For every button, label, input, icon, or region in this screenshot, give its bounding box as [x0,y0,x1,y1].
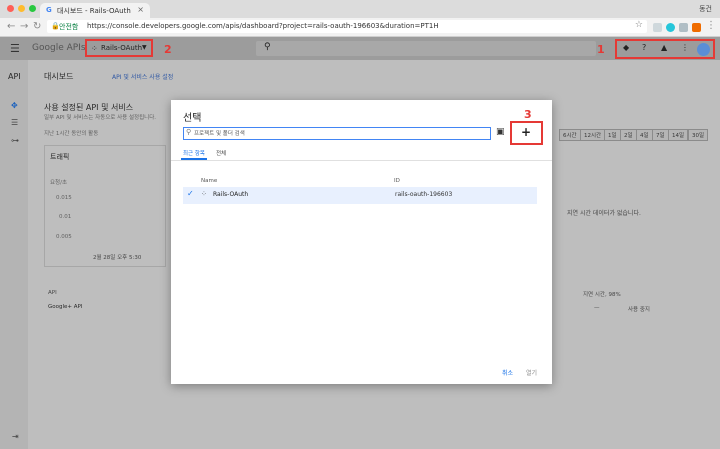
checkmark-icon: ✓ [187,189,194,198]
maximize-window-icon[interactable] [29,5,36,12]
select-project-dialog: 선택 3 ⚲ 프로젝트 및 폴더 검색 ▣ + 최근 항목 전체 Name ID… [171,100,552,384]
table-row[interactable]: ✓ ⁘ Rails-OAuth rails-oauth-196603 [183,187,537,204]
open-button[interactable]: 열기 [526,368,537,377]
header-icons-group: ◆ ? ▲ ⋮ [615,39,715,59]
tab-recent[interactable]: 최근 항목 [183,149,205,157]
dropdown-arrow-icon: ▼ [142,44,147,51]
cancel-button[interactable]: 취소 [502,368,513,377]
secure-label: 안전함 [59,23,79,31]
notifications-icon[interactable]: ▲ [661,43,667,52]
browser-tab-bar: G 대시보드 - Rails-OAuth × 동건 [0,0,720,18]
new-project-button[interactable]: + [510,121,543,145]
google-favicon-icon: G [46,6,52,14]
annotation-2: 2 [164,43,172,56]
project-row-id: rails-oauth-196603 [395,191,453,198]
help-icon[interactable]: ? [642,43,646,52]
extension-icon[interactable] [692,23,701,32]
extension-icon[interactable] [679,23,688,32]
plus-icon: + [521,125,532,139]
project-hexagon-icon: ⁘ [201,190,207,198]
url-input[interactable]: 🔒 안전함 https://console.developers.google.… [47,20,647,33]
app-header: ☰ Google APIs ⁘ Rails-OAuth ▼ 2 ⚲ 1 ◆ ? … [0,37,720,60]
project-row-name: Rails-OAuth [213,191,249,198]
search-icon: ⚲ [264,42,271,52]
project-name: Rails-OAuth [101,44,143,52]
search-icon: ⚲ [186,128,192,136]
browser-tab[interactable]: G 대시보드 - Rails-OAuth × [40,3,150,18]
new-folder-icon[interactable]: ▣ [496,127,505,137]
google-apis-logo[interactable]: Google APIs [32,43,86,53]
minimize-window-icon[interactable] [18,5,25,12]
browser-user-name[interactable]: 동건 [699,4,712,14]
dialog-title: 선택 [183,113,202,124]
extension-icon[interactable] [666,23,675,32]
extension-icon[interactable] [653,23,662,32]
project-hexagon-icon: ⁘ [91,44,98,53]
project-search-input[interactable]: ⚲ 프로젝트 및 폴더 검색 [183,127,491,140]
support-icon[interactable]: ◆ [623,43,629,52]
avatar[interactable] [697,43,710,56]
forward-icon[interactable]: → [20,21,28,32]
back-icon[interactable]: ← [7,21,15,32]
annotation-1: 1 [597,43,605,56]
tab-close-icon[interactable]: × [137,5,144,14]
tab-all[interactable]: 전체 [216,149,226,157]
bookmark-star-icon[interactable]: ☆ [635,20,643,30]
browser-menu-icon[interactable]: ⋮ [706,20,716,31]
hamburger-menu-icon[interactable]: ☰ [10,42,20,55]
project-selector-button[interactable]: ⁘ Rails-OAuth ▼ [85,39,153,57]
more-icon[interactable]: ⋮ [681,43,689,52]
close-window-icon[interactable] [7,5,14,12]
header-search-input[interactable]: ⚲ [256,41,596,56]
search-placeholder: 프로젝트 및 폴더 검색 [194,131,245,137]
id-column-header: ID [394,178,400,184]
url-text: https://console.developers.google.com/ap… [87,22,439,30]
reload-icon[interactable]: ↻ [33,21,41,32]
annotation-3: 3 [524,108,532,121]
name-column-header: Name [201,178,218,184]
tab-divider [171,160,552,161]
address-bar-row: ← → ↻ 🔒 안전함 https://console.developers.g… [0,18,720,37]
tab-title: 대시보드 - Rails-OAuth [57,7,131,15]
